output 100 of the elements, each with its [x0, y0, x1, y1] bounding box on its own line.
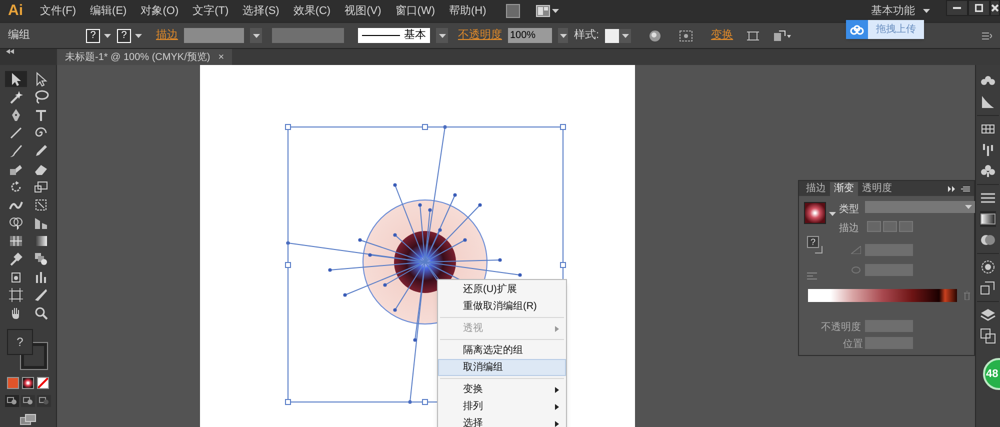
arrange-documents-button[interactable] — [536, 5, 560, 17]
recolor-icon — [649, 30, 662, 42]
draw-inside-button[interactable] — [37, 395, 51, 407]
bounding-box-icon — [747, 30, 760, 42]
style-label: 样式: — [574, 28, 600, 44]
menu-item[interactable]: 文字(T) — [186, 0, 235, 22]
transparency-panel-button[interactable] — [980, 232, 996, 248]
draw-mode-icon — [39, 397, 49, 405]
context-menu-item[interactable]: 还原(U)扩展 — [438, 281, 566, 298]
gradient-swatch[interactable] — [804, 202, 826, 224]
menu-item[interactable]: 选择(S) — [236, 0, 286, 22]
workspace-switcher[interactable]: 基本功能 — [871, 2, 930, 20]
caret-icon — [965, 205, 972, 209]
cloud-icon — [850, 24, 864, 34]
close-tab-button[interactable]: × — [218, 50, 224, 64]
opacity-field[interactable]: 100% — [508, 28, 552, 43]
maximize-button[interactable] — [968, 0, 990, 16]
appearance-icon — [980, 259, 996, 275]
panel-tab[interactable]: 描边 — [802, 182, 830, 196]
mesh-tool-icon — [8, 233, 24, 249]
stroke-weight-dropdown[interactable] — [250, 28, 262, 43]
opacity-link[interactable]: 不透明度 — [458, 27, 502, 44]
stroke-style-caret[interactable] — [436, 28, 448, 43]
bridge-button[interactable] — [506, 4, 520, 18]
graphic-styles-icon — [980, 280, 996, 296]
angle-icon — [851, 246, 861, 254]
fill-stroke-swatch[interactable]: ? — [807, 236, 819, 248]
fill-stroke-indicator[interactable]: ? — [7, 329, 49, 371]
location-label: 位置 — [843, 338, 863, 352]
eyedropper-tool-icon — [8, 251, 24, 267]
brushes-panel-button[interactable] — [980, 142, 996, 158]
brush-tool-icon — [8, 143, 24, 159]
zoom-tool-icon — [32, 305, 48, 321]
caret-icon — [560, 34, 566, 38]
graphic-style-dropdown[interactable] — [605, 28, 632, 42]
free-transform-tool-icon — [32, 197, 48, 213]
panel-menu-icon — [982, 30, 992, 40]
opacity-label: 不透明度 — [821, 320, 861, 335]
artboard-tool-icon — [8, 287, 24, 303]
minimize-icon — [953, 7, 961, 9]
stroke-link[interactable]: 描边 — [156, 27, 178, 44]
curve-panel-button[interactable] — [980, 94, 996, 110]
context-menu-item[interactable]: 重做取消编组(R) — [438, 298, 566, 315]
location-field[interactable] — [865, 337, 913, 349]
aspect-ratio-field[interactable] — [865, 264, 913, 276]
transform-link[interactable]: 变换 — [711, 27, 734, 44]
club-panel-button[interactable] — [980, 163, 996, 179]
close-button[interactable] — [990, 0, 1000, 16]
perspective-tool-icon — [32, 215, 48, 231]
caret-icon — [829, 212, 836, 216]
draw-mode-icon — [23, 397, 33, 405]
artboards-panel-button[interactable] — [980, 328, 996, 344]
document-tab[interactable]: 未标题-1* @ 100% (CMYK/预览) × — [57, 49, 232, 65]
swap-icon — [815, 246, 823, 254]
menu-item[interactable]: 效果(C) — [287, 0, 337, 22]
menu-item[interactable]: 编辑(E) — [84, 0, 133, 22]
gradient-panel-button[interactable] — [980, 211, 996, 227]
context-menu-item[interactable]: 取消编组 — [438, 359, 566, 376]
gradient-mode-button[interactable] — [22, 377, 34, 389]
align-icon — [679, 30, 694, 42]
context-menu-item[interactable]: 隔离选定的组 — [438, 342, 566, 359]
layers-panel-button[interactable] — [980, 307, 996, 323]
transparency-icon — [980, 232, 996, 248]
tool-button[interactable] — [4, 71, 26, 87]
layers-icon — [980, 307, 996, 323]
graphic-styles-panel-button[interactable] — [980, 280, 996, 296]
angle-field[interactable] — [865, 244, 913, 256]
draw-behind-button[interactable] — [21, 395, 35, 407]
menu-item[interactable]: 帮助(H) — [443, 0, 492, 22]
caret-icon — [252, 34, 260, 38]
none-slash-icon — [38, 378, 48, 388]
menu-item[interactable]: 文件(F) — [34, 0, 82, 22]
shape-builder-tool-icon — [8, 215, 24, 231]
stroke-weight-field[interactable] — [184, 28, 244, 43]
stroke-style-dropdown[interactable]: 基本 — [358, 28, 430, 43]
caret-icon — [622, 34, 630, 38]
gradient-icon — [980, 211, 996, 227]
appearance-panel-button[interactable] — [980, 259, 996, 275]
draw-normal-button[interactable] — [5, 395, 19, 407]
minimize-button[interactable] — [946, 0, 968, 16]
stroke-label: 描边 — [839, 222, 859, 236]
opacity-field[interactable] — [865, 320, 913, 332]
isolate-icon — [773, 30, 792, 42]
context-menu-item[interactable]: 变换 — [438, 381, 566, 398]
menu-item[interactable]: 窗口(W) — [389, 0, 441, 22]
menu-item[interactable]: 视图(V) — [338, 0, 388, 22]
artboards-icon — [980, 328, 996, 344]
gradient-tool-icon — [32, 233, 48, 249]
context-menu-item[interactable]: 排列 — [438, 398, 566, 415]
slice-tool-icon — [32, 287, 48, 303]
caret-icon — [923, 9, 930, 13]
color-mode-button[interactable] — [7, 377, 19, 389]
type-label: 类型 — [839, 202, 859, 217]
panel-tab[interactable]: 渐变 — [830, 182, 858, 196]
none-mode-button[interactable] — [37, 377, 49, 389]
panel-tab[interactable]: 透明度 — [858, 182, 896, 196]
opacity-dropdown[interactable] — [558, 28, 568, 43]
menu-item[interactable]: 对象(O) — [134, 0, 185, 22]
delete-icon — [963, 291, 971, 300]
screen-mode-button[interactable] — [19, 413, 37, 425]
